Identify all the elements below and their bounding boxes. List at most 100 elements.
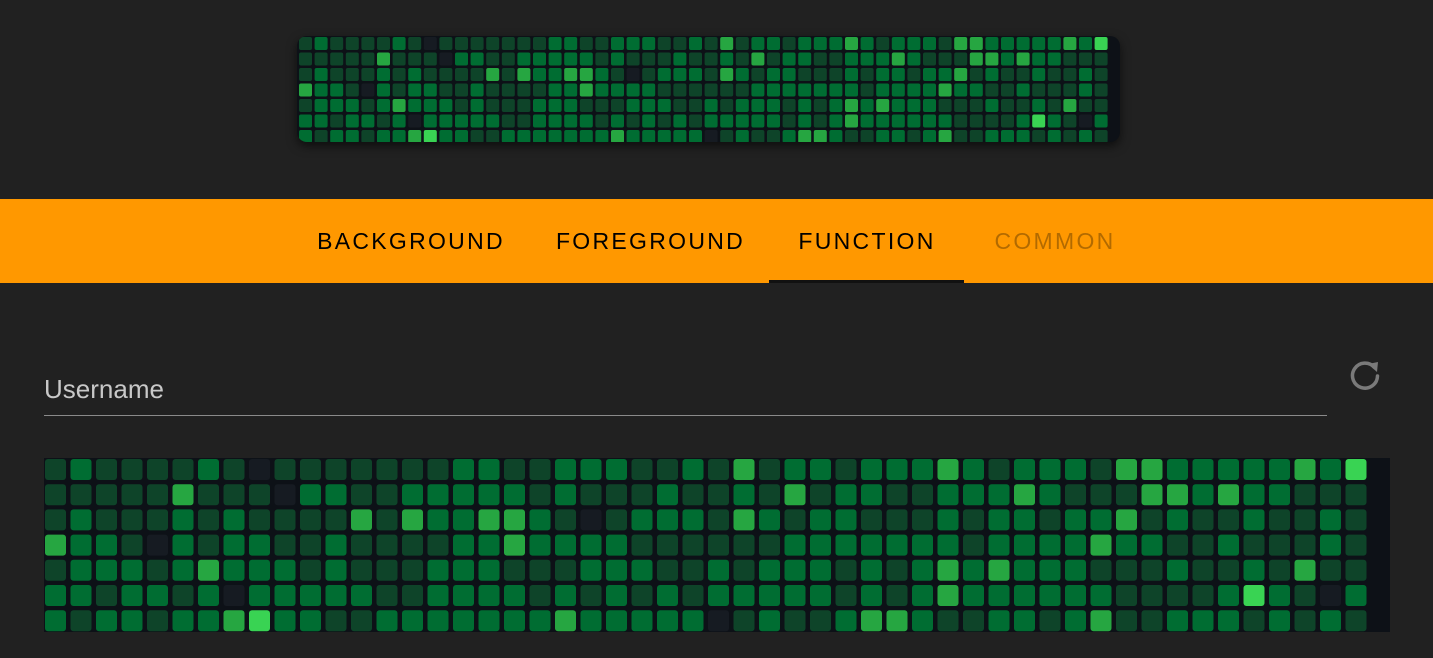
contribution-cell xyxy=(70,534,92,556)
contribution-cell xyxy=(829,37,843,50)
contribution-cell xyxy=(876,52,890,66)
tab-function[interactable]: FUNCTION xyxy=(771,199,963,283)
contribution-cell xyxy=(1167,585,1188,606)
contribution-cell xyxy=(504,585,525,606)
username-underline xyxy=(44,415,1327,416)
contribution-cell xyxy=(912,484,933,506)
contribution-cell xyxy=(1094,99,1108,112)
contribution-cell xyxy=(886,484,908,506)
contribution-cell xyxy=(439,37,453,50)
contribution-cell xyxy=(299,37,312,50)
contribution-cell xyxy=(529,509,551,531)
contribution-cell xyxy=(923,52,936,66)
contribution-cell xyxy=(657,610,678,632)
contribution-cell xyxy=(392,114,406,128)
contribution-cell xyxy=(759,459,780,480)
contribution-cell xyxy=(782,68,796,81)
contribution-cell xyxy=(198,585,219,606)
contribution-cell xyxy=(631,559,653,581)
contribution-cell xyxy=(70,484,92,506)
contribution-cell xyxy=(376,559,398,581)
contribution-cell xyxy=(1243,509,1265,531)
contribution-cell xyxy=(325,585,347,606)
contribution-cell xyxy=(300,459,321,480)
contribution-cell xyxy=(595,130,609,142)
contribution-cell xyxy=(751,130,765,142)
contribution-cell xyxy=(1032,83,1046,97)
contribution-cell xyxy=(1014,610,1035,632)
contribution-cell xyxy=(1167,509,1188,531)
contribution-cell xyxy=(810,459,831,480)
contribution-cell xyxy=(985,83,999,97)
contribution-cell xyxy=(876,37,890,50)
tab-background[interactable]: BACKGROUND xyxy=(302,199,520,283)
contribution-cell xyxy=(555,534,576,556)
contribution-cell xyxy=(784,484,806,506)
contribution-cell xyxy=(1079,52,1092,66)
contribution-cell xyxy=(377,99,390,112)
contribution-cell xyxy=(963,484,984,506)
username-input[interactable] xyxy=(44,368,1331,414)
contribution-cell xyxy=(735,83,749,97)
contribution-cell xyxy=(1243,484,1265,506)
contribution-cell xyxy=(985,37,999,50)
contribution-cell xyxy=(455,83,468,97)
contribution-cell xyxy=(70,610,92,632)
contribution-cell xyxy=(1116,484,1137,506)
contribution-cell xyxy=(1218,559,1239,581)
contribution-cell xyxy=(782,99,796,112)
contribution-cell xyxy=(439,99,453,112)
contribution-cell xyxy=(376,585,398,606)
contribution-cell xyxy=(470,37,484,50)
contribution-cell xyxy=(813,130,827,142)
contribution-cell xyxy=(427,585,449,606)
contribution-cell xyxy=(1141,559,1163,581)
contribution-cell xyxy=(735,114,749,128)
contribution-cell xyxy=(912,509,933,531)
refresh-button[interactable] xyxy=(1342,353,1388,397)
contribution-cell xyxy=(555,459,576,480)
contribution-cell xyxy=(673,37,687,50)
contribution-cell xyxy=(300,534,321,556)
contribution-cell xyxy=(533,68,546,81)
contribution-cell xyxy=(813,52,827,66)
tab-bar: BACKGROUND FOREGROUND FUNCTION COMMON xyxy=(0,199,1433,283)
contribution-cell xyxy=(798,37,812,50)
contribution-cell xyxy=(861,585,882,606)
contribution-cell xyxy=(595,37,609,50)
contribution-cell xyxy=(1065,559,1086,581)
contribution-cell xyxy=(501,114,515,128)
contribution-cell xyxy=(299,83,312,97)
contribution-cell xyxy=(249,459,270,480)
contribution-cell xyxy=(1016,130,1030,142)
contribution-cell xyxy=(345,130,359,142)
contribution-cell xyxy=(1116,509,1137,531)
contribution-cell xyxy=(1116,459,1137,480)
contribution-cell xyxy=(813,99,827,112)
contribution-cell xyxy=(45,534,66,556)
contribution-cell xyxy=(96,484,117,506)
contribution-cell xyxy=(923,37,936,50)
contribution-cell xyxy=(1192,610,1214,632)
contribution-cell xyxy=(876,130,890,142)
contribution-cell xyxy=(720,52,734,66)
contribution-cell xyxy=(1063,130,1077,142)
contribution-cell xyxy=(147,559,168,581)
contribution-cell xyxy=(555,610,576,632)
contribution-cell xyxy=(829,114,843,128)
contribution-cell xyxy=(1320,509,1341,531)
username-field[interactable]: Username xyxy=(44,360,1331,416)
contribution-cell xyxy=(631,585,653,606)
contribution-cell xyxy=(504,509,525,531)
contribution-cell xyxy=(501,52,515,66)
tab-foreground[interactable]: FOREGROUND xyxy=(540,199,761,283)
contribution-cell xyxy=(733,459,755,480)
contribution-cell xyxy=(249,585,270,606)
contribution-cell xyxy=(377,37,390,50)
contribution-cell xyxy=(533,114,546,128)
contribution-cell xyxy=(689,130,702,142)
contribution-cell xyxy=(1141,610,1163,632)
contribution-cell xyxy=(351,484,372,506)
contribution-cell xyxy=(954,99,968,112)
contribution-cell xyxy=(555,509,576,531)
